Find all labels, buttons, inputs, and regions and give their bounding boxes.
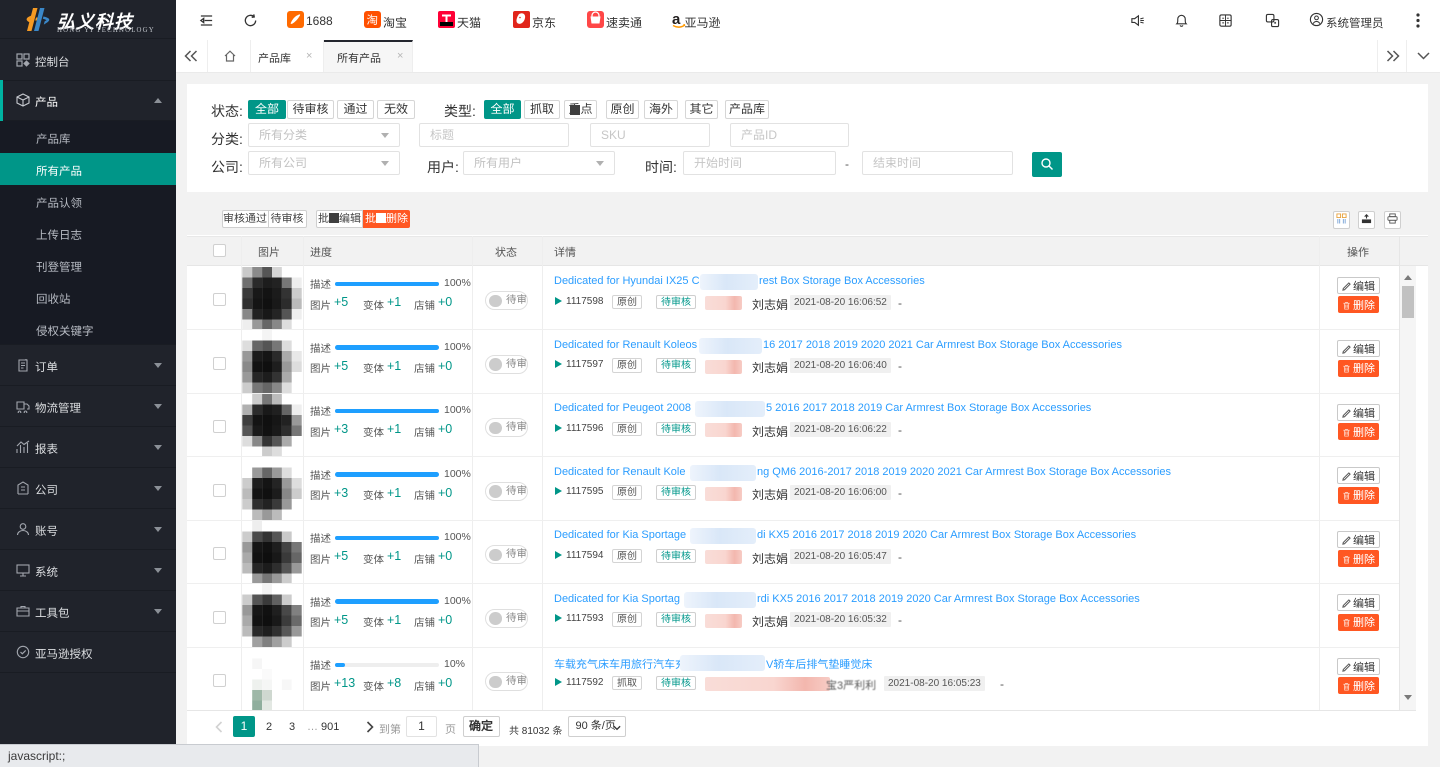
svg-text:淘: 淘 — [367, 14, 379, 27]
